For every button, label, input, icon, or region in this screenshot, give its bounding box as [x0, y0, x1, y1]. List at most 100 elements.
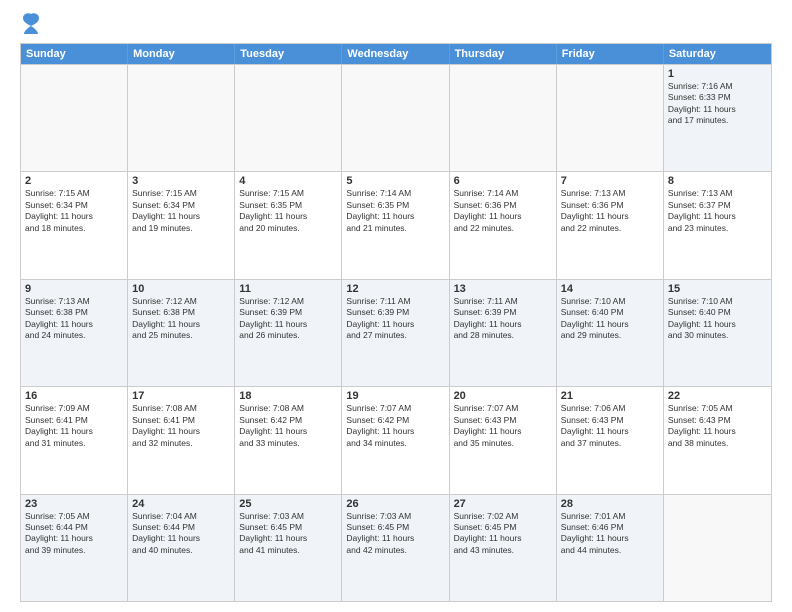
- day-number: 10: [132, 283, 230, 295]
- day-number: 17: [132, 390, 230, 402]
- cell-line: Daylight: 11 hours: [561, 319, 659, 330]
- cell-line: Sunset: 6:39 PM: [346, 307, 444, 318]
- cal-cell-r3-c2: 18Sunrise: 7:08 AMSunset: 6:42 PMDayligh…: [235, 387, 342, 493]
- cell-line: and 32 minutes.: [132, 438, 230, 449]
- cell-line: and 29 minutes.: [561, 330, 659, 341]
- cal-cell-r3-c5: 21Sunrise: 7:06 AMSunset: 6:43 PMDayligh…: [557, 387, 664, 493]
- day-number: 14: [561, 283, 659, 295]
- cell-line: Sunset: 6:42 PM: [346, 415, 444, 426]
- cell-line: Sunrise: 7:16 AM: [668, 81, 767, 92]
- cell-line: Daylight: 11 hours: [454, 533, 552, 544]
- cell-line: and 19 minutes.: [132, 223, 230, 234]
- cell-line: and 25 minutes.: [132, 330, 230, 341]
- cell-line: Sunset: 6:37 PM: [668, 200, 767, 211]
- cell-line: Sunrise: 7:15 AM: [132, 188, 230, 199]
- cell-line: Sunrise: 7:08 AM: [132, 403, 230, 414]
- logo: [20, 16, 40, 35]
- cell-line: and 41 minutes.: [239, 545, 337, 556]
- cell-line: Sunrise: 7:05 AM: [25, 511, 123, 522]
- cell-line: Daylight: 11 hours: [25, 533, 123, 544]
- cell-line: Sunset: 6:40 PM: [561, 307, 659, 318]
- cell-line: and 23 minutes.: [668, 223, 767, 234]
- cell-line: Daylight: 11 hours: [561, 533, 659, 544]
- day-number: 4: [239, 175, 337, 187]
- cell-line: Sunset: 6:38 PM: [25, 307, 123, 318]
- cal-cell-r4-c6: [664, 495, 771, 601]
- cell-line: Sunrise: 7:14 AM: [346, 188, 444, 199]
- cell-line: Sunset: 6:43 PM: [668, 415, 767, 426]
- cal-cell-r2-c0: 9Sunrise: 7:13 AMSunset: 6:38 PMDaylight…: [21, 280, 128, 386]
- calendar-row-2: 9Sunrise: 7:13 AMSunset: 6:38 PMDaylight…: [21, 279, 771, 386]
- cell-line: Daylight: 11 hours: [346, 319, 444, 330]
- cal-cell-r0-c0: [21, 65, 128, 171]
- day-number: 15: [668, 283, 767, 295]
- cell-line: Sunset: 6:38 PM: [132, 307, 230, 318]
- cal-cell-r2-c5: 14Sunrise: 7:10 AMSunset: 6:40 PMDayligh…: [557, 280, 664, 386]
- cell-line: and 22 minutes.: [561, 223, 659, 234]
- calendar-header: SundayMondayTuesdayWednesdayThursdayFrid…: [21, 44, 771, 64]
- cell-line: and 40 minutes.: [132, 545, 230, 556]
- day-number: 5: [346, 175, 444, 187]
- day-number: 20: [454, 390, 552, 402]
- day-number: 22: [668, 390, 767, 402]
- cell-line: Sunset: 6:44 PM: [25, 522, 123, 533]
- cal-cell-r4-c5: 28Sunrise: 7:01 AMSunset: 6:46 PMDayligh…: [557, 495, 664, 601]
- cell-line: Daylight: 11 hours: [346, 533, 444, 544]
- cell-line: and 18 minutes.: [25, 223, 123, 234]
- day-number: 18: [239, 390, 337, 402]
- cal-cell-r4-c3: 26Sunrise: 7:03 AMSunset: 6:45 PMDayligh…: [342, 495, 449, 601]
- cell-line: and 39 minutes.: [25, 545, 123, 556]
- cell-line: Sunrise: 7:14 AM: [454, 188, 552, 199]
- header-saturday: Saturday: [664, 44, 771, 64]
- cell-line: Sunset: 6:45 PM: [239, 522, 337, 533]
- cell-line: and 17 minutes.: [668, 115, 767, 126]
- day-number: 21: [561, 390, 659, 402]
- cell-line: Daylight: 11 hours: [132, 211, 230, 222]
- cell-line: and 35 minutes.: [454, 438, 552, 449]
- cal-cell-r2-c3: 12Sunrise: 7:11 AMSunset: 6:39 PMDayligh…: [342, 280, 449, 386]
- cell-line: Sunrise: 7:11 AM: [454, 296, 552, 307]
- cal-cell-r3-c6: 22Sunrise: 7:05 AMSunset: 6:43 PMDayligh…: [664, 387, 771, 493]
- cal-cell-r3-c1: 17Sunrise: 7:08 AMSunset: 6:41 PMDayligh…: [128, 387, 235, 493]
- cal-cell-r3-c4: 20Sunrise: 7:07 AMSunset: 6:43 PMDayligh…: [450, 387, 557, 493]
- cell-line: Sunrise: 7:06 AM: [561, 403, 659, 414]
- cal-cell-r4-c1: 24Sunrise: 7:04 AMSunset: 6:44 PMDayligh…: [128, 495, 235, 601]
- cal-cell-r4-c2: 25Sunrise: 7:03 AMSunset: 6:45 PMDayligh…: [235, 495, 342, 601]
- cell-line: Daylight: 11 hours: [561, 426, 659, 437]
- cal-cell-r2-c6: 15Sunrise: 7:10 AMSunset: 6:40 PMDayligh…: [664, 280, 771, 386]
- cell-line: and 42 minutes.: [346, 545, 444, 556]
- calendar-row-3: 16Sunrise: 7:09 AMSunset: 6:41 PMDayligh…: [21, 386, 771, 493]
- cell-line: Daylight: 11 hours: [132, 426, 230, 437]
- cell-line: Daylight: 11 hours: [668, 319, 767, 330]
- calendar: SundayMondayTuesdayWednesdayThursdayFrid…: [20, 43, 772, 602]
- cell-line: Daylight: 11 hours: [239, 426, 337, 437]
- cal-cell-r1-c6: 8Sunrise: 7:13 AMSunset: 6:37 PMDaylight…: [664, 172, 771, 278]
- cal-cell-r0-c1: [128, 65, 235, 171]
- cell-line: Daylight: 11 hours: [239, 211, 337, 222]
- header-tuesday: Tuesday: [235, 44, 342, 64]
- cell-line: Sunset: 6:39 PM: [239, 307, 337, 318]
- cell-line: Sunrise: 7:11 AM: [346, 296, 444, 307]
- cell-line: Daylight: 11 hours: [25, 426, 123, 437]
- cal-cell-r3-c3: 19Sunrise: 7:07 AMSunset: 6:42 PMDayligh…: [342, 387, 449, 493]
- cell-line: and 44 minutes.: [561, 545, 659, 556]
- cell-line: Sunrise: 7:13 AM: [25, 296, 123, 307]
- page: SundayMondayTuesdayWednesdayThursdayFrid…: [0, 0, 792, 612]
- cell-line: and 37 minutes.: [561, 438, 659, 449]
- cell-line: and 43 minutes.: [454, 545, 552, 556]
- cell-line: Sunrise: 7:03 AM: [239, 511, 337, 522]
- cell-line: Sunset: 6:44 PM: [132, 522, 230, 533]
- day-number: 1: [668, 68, 767, 80]
- day-number: 2: [25, 175, 123, 187]
- cell-line: and 22 minutes.: [454, 223, 552, 234]
- day-number: 13: [454, 283, 552, 295]
- cell-line: Sunset: 6:34 PM: [25, 200, 123, 211]
- day-number: 27: [454, 498, 552, 510]
- cal-cell-r1-c0: 2Sunrise: 7:15 AMSunset: 6:34 PMDaylight…: [21, 172, 128, 278]
- cell-line: Sunrise: 7:02 AM: [454, 511, 552, 522]
- cell-line: Sunset: 6:41 PM: [132, 415, 230, 426]
- cell-line: Sunset: 6:46 PM: [561, 522, 659, 533]
- day-number: 6: [454, 175, 552, 187]
- cell-line: Sunset: 6:36 PM: [454, 200, 552, 211]
- logo-bird-icon: [22, 12, 40, 34]
